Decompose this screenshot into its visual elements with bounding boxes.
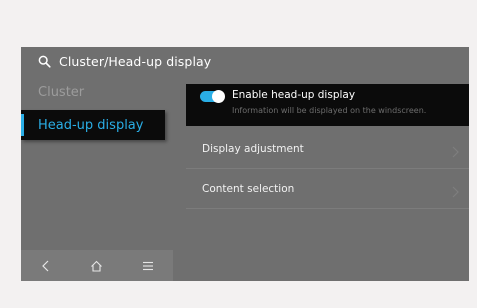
toggle-knob xyxy=(212,90,225,103)
menu-icon[interactable] xyxy=(138,256,158,276)
enable-hud-toggle[interactable] xyxy=(200,90,225,103)
enable-hud-row[interactable]: Enable head-up display Information will … xyxy=(186,84,469,126)
home-icon[interactable] xyxy=(87,256,107,276)
sidebar-item-label: Head-up display xyxy=(38,117,144,133)
page-title: Cluster/Head-up display xyxy=(59,53,212,69)
enable-hud-description: Information will be displayed on the win… xyxy=(232,106,427,115)
display-adjustment-label: Display adjustment xyxy=(202,142,304,155)
chevron-right-icon xyxy=(451,143,459,158)
search-icon[interactable] xyxy=(38,55,51,68)
content-selection-label: Content selection xyxy=(202,182,295,195)
chevron-right-icon xyxy=(451,183,459,198)
sidebar-item-cluster[interactable]: Cluster xyxy=(21,81,161,103)
content-selection-row[interactable]: Content selection xyxy=(186,169,469,209)
sidebar-item-head-up-display[interactable]: Head-up display xyxy=(21,110,165,140)
selected-indicator xyxy=(21,114,24,136)
back-icon[interactable] xyxy=(36,256,56,276)
sidebar-item-label: Cluster xyxy=(38,84,85,100)
infotainment-screen: Cluster/Head-up display Cluster Head-up … xyxy=(21,47,469,281)
display-adjustment-row[interactable]: Display adjustment xyxy=(186,129,469,169)
enable-hud-label: Enable head-up display xyxy=(232,89,356,101)
title-bar: Cluster/Head-up display xyxy=(21,47,211,75)
navigation-dock xyxy=(21,250,173,281)
